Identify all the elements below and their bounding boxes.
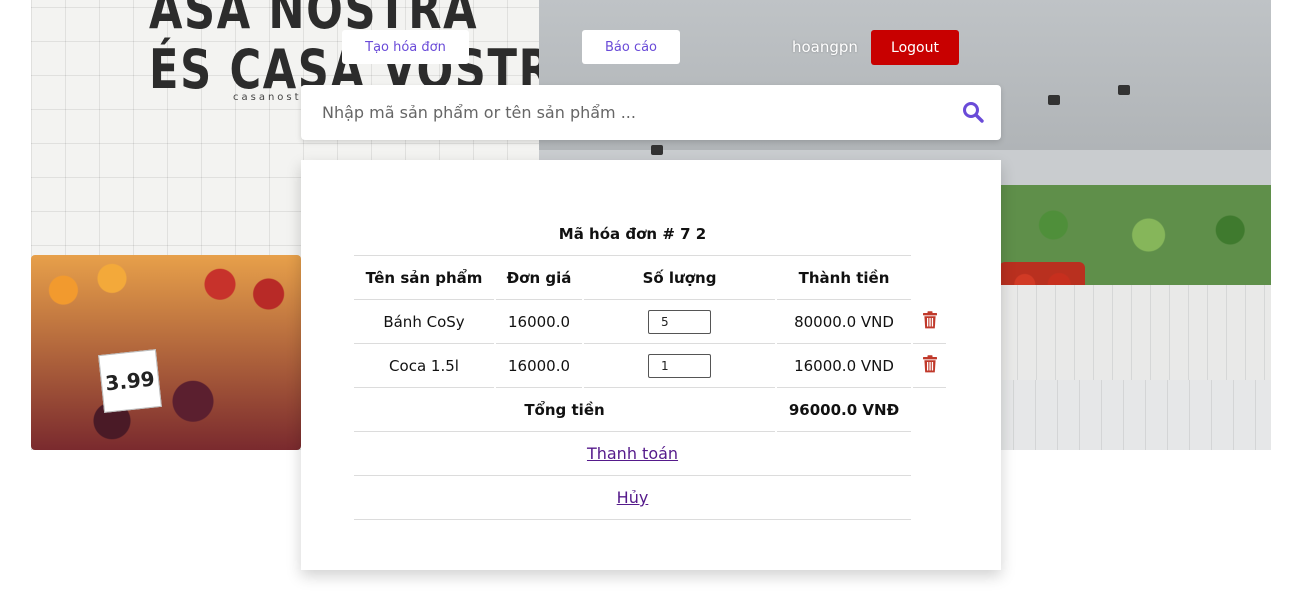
product-name: Coca 1.5l — [354, 344, 494, 388]
ceiling-lamp — [1048, 95, 1060, 105]
table-row: Coca 1.5l 16000.0 16000.0 VND — [354, 344, 946, 388]
total-value: 96000.0 VNĐ — [777, 388, 911, 432]
total-row: Tổng tiền 96000.0 VNĐ — [354, 388, 946, 432]
table-row: Bánh CoSy 16000.0 80000.0 VND — [354, 300, 946, 344]
invoice-title: Mã hóa đơn # 7 2 — [354, 212, 911, 256]
store-floor — [991, 380, 1271, 450]
quantity-input[interactable] — [648, 309, 711, 334]
product-name: Bánh CoSy — [354, 300, 494, 344]
username: hoangpn — [792, 38, 858, 56]
unit-price: 16000.0 — [496, 300, 582, 344]
line-total: 80000.0 VND — [777, 300, 911, 344]
cancel-row: Hủy — [354, 476, 946, 520]
tiled-counter — [999, 285, 1271, 380]
unit-price: 16000.0 — [496, 344, 582, 388]
logout-button[interactable]: Logout — [871, 30, 959, 65]
ceiling-lamp — [1118, 85, 1130, 95]
total-label: Tổng tiền — [354, 388, 775, 432]
header-price: Đơn giá — [496, 256, 582, 300]
price-tag: 3.99 — [98, 349, 162, 413]
cancel-link[interactable]: Hủy — [617, 488, 649, 507]
search-icon[interactable] — [961, 100, 985, 124]
fruit-display — [31, 255, 301, 450]
header-qty: Số lượng — [584, 256, 775, 300]
header-total: Thành tiền — [777, 256, 911, 300]
trash-icon[interactable] — [922, 310, 938, 333]
create-invoice-button[interactable]: Tạo hóa đơn — [342, 30, 469, 64]
invoice-table: Mã hóa đơn # 7 2 Tên sản phẩm Đơn giá Số… — [352, 212, 948, 520]
report-button[interactable]: Báo cáo — [582, 30, 680, 64]
pay-row: Thanh toán — [354, 432, 946, 476]
search-bar — [301, 85, 1001, 140]
table-header-row: Tên sản phẩm Đơn giá Số lượng Thành tiền — [354, 256, 946, 300]
line-total: 16000.0 VND — [777, 344, 911, 388]
pay-link[interactable]: Thanh toán — [587, 444, 678, 463]
ceiling-lamp — [651, 145, 663, 155]
invoice-card: Mã hóa đơn # 7 2 Tên sản phẩm Đơn giá Số… — [301, 160, 1001, 570]
invoice-title-row: Mã hóa đơn # 7 2 — [354, 212, 946, 256]
search-input[interactable] — [320, 96, 944, 129]
trash-icon[interactable] — [922, 354, 938, 377]
quantity-input[interactable] — [648, 353, 711, 378]
header-name: Tên sản phẩm — [354, 256, 494, 300]
